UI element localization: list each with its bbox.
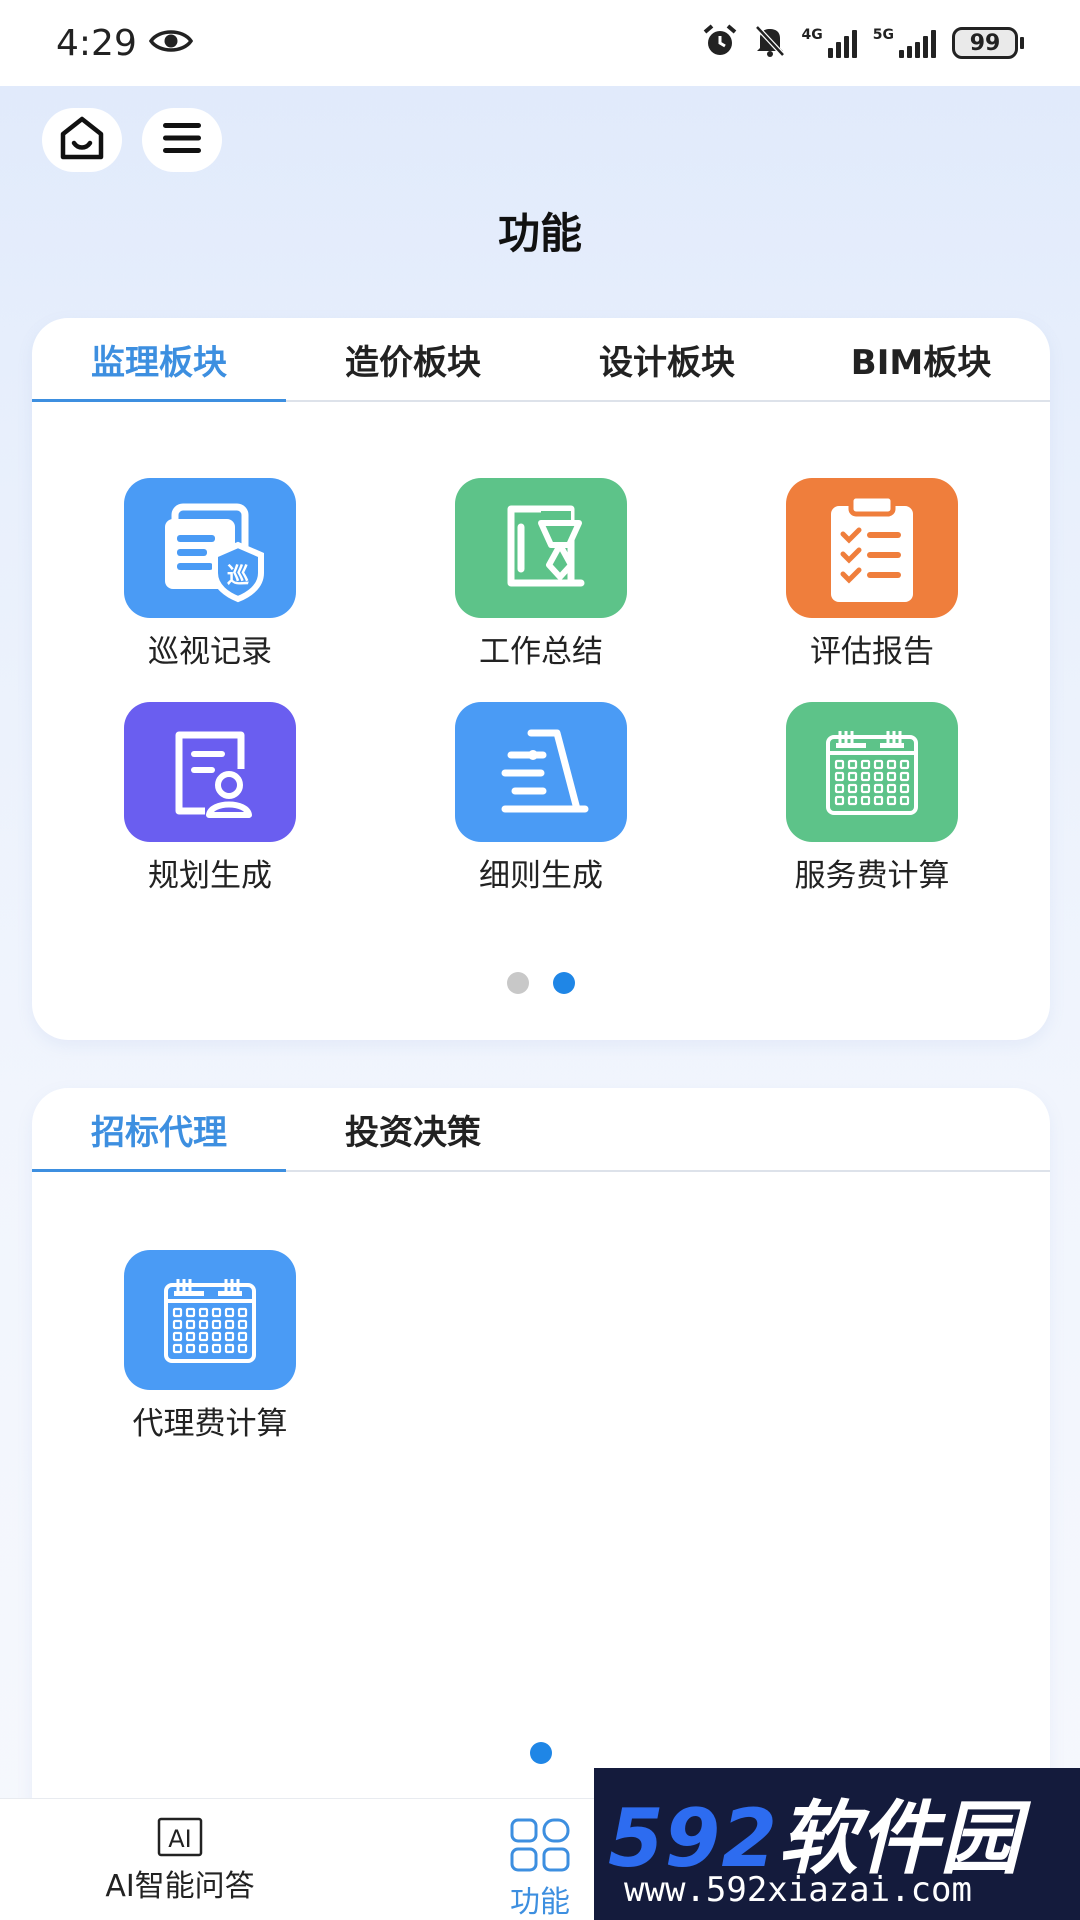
tab-bidding-agency[interactable]: 招标代理 — [32, 1088, 286, 1172]
menu-button[interactable] — [142, 108, 222, 172]
nav-label: AI智能问答 — [105, 1869, 255, 1904]
signal-5g-icon: 5G — [873, 28, 936, 58]
ai-box-icon: AI — [30, 1817, 330, 1857]
rules-document-icon — [455, 702, 627, 842]
network-label-1: 4G — [801, 27, 823, 43]
calendar-grid-icon — [124, 1250, 296, 1390]
function-item-label: 规划生成 — [148, 858, 272, 894]
tab-bim[interactable]: BIM板块 — [794, 318, 1048, 400]
function-card-secondary: 招标代理 投资决策 代理费计算 — [32, 1088, 1050, 1808]
signal-4g-icon: 4G — [802, 28, 857, 58]
status-right: 4G 5G 99 — [702, 24, 1024, 62]
function-item-label: 代理费计算 — [132, 1406, 288, 1442]
clipboard-checklist-icon — [786, 478, 958, 618]
function-item-label: 巡视记录 — [148, 634, 272, 670]
home-icon — [58, 115, 106, 165]
function-item-agency-fee[interactable]: 代理费计算 — [90, 1250, 330, 1443]
function-item-work-summary[interactable]: 工作总结 — [421, 478, 661, 671]
function-item-label: 细则生成 — [479, 858, 603, 894]
status-time: 4:29 — [56, 22, 137, 64]
battery-icon: 99 — [952, 27, 1024, 59]
watermark-url: www.592xiazai.com — [624, 1870, 972, 1910]
function-item-patrol-record[interactable]: 巡 巡视记录 — [90, 478, 330, 671]
alarm-icon — [702, 24, 738, 62]
page-title: 功能 — [497, 209, 582, 258]
page-dot-2[interactable] — [553, 972, 575, 994]
tab-design[interactable]: 设计板块 — [540, 318, 794, 400]
nav-ai-qa[interactable]: AI AI智能问答 — [30, 1799, 330, 1920]
page-indicator-primary — [32, 972, 1050, 994]
tab-bar-primary: 监理板块 造价板块 设计板块 BIM板块 — [32, 318, 1050, 402]
tab-supervision[interactable]: 监理板块 — [32, 318, 286, 402]
network-label-2: 5G — [872, 27, 894, 43]
document-person-icon — [124, 702, 296, 842]
function-item-plan-generate[interactable]: 规划生成 — [90, 702, 330, 895]
page-dot-1[interactable] — [530, 1742, 552, 1764]
bell-muted-icon — [754, 24, 786, 62]
site-watermark-logo: 592软件园 www.592xiazai.com — [594, 1768, 1080, 1920]
tab-bar-secondary: 招标代理 投资决策 — [32, 1088, 1050, 1172]
status-bar: 4:29 4G 5G 99 — [0, 0, 1080, 86]
patrol-record-icon: 巡 — [124, 478, 296, 618]
home-button[interactable] — [42, 108, 122, 172]
eye-icon — [148, 27, 193, 59]
page-dot-1[interactable] — [507, 972, 529, 994]
tab-cost[interactable]: 造价板块 — [286, 318, 540, 400]
tab-investment-decision[interactable]: 投资决策 — [286, 1088, 540, 1170]
page-indicator-secondary — [32, 1742, 1050, 1764]
function-item-label: 评估报告 — [810, 634, 934, 670]
function-item-service-fee[interactable]: 服务费计算 — [752, 702, 992, 895]
function-card-primary: 监理板块 造价板块 设计板块 BIM板块 巡 巡视记录 工作总结 评估报告 规划… — [32, 318, 1050, 1040]
function-item-evaluation-report[interactable]: 评估报告 — [752, 478, 992, 671]
svg-text:巡: 巡 — [227, 564, 249, 589]
function-item-rules-generate[interactable]: 细则生成 — [421, 702, 661, 895]
hamburger-menu-icon — [161, 120, 203, 160]
status-left: 4:29 — [56, 23, 193, 64]
function-item-label: 工作总结 — [479, 634, 603, 670]
function-item-label: 服务费计算 — [794, 858, 950, 894]
svg-text:AI: AI — [168, 1825, 192, 1853]
calendar-grid-icon — [786, 702, 958, 842]
work-summary-icon — [455, 478, 627, 618]
battery-level: 99 — [952, 27, 1018, 59]
